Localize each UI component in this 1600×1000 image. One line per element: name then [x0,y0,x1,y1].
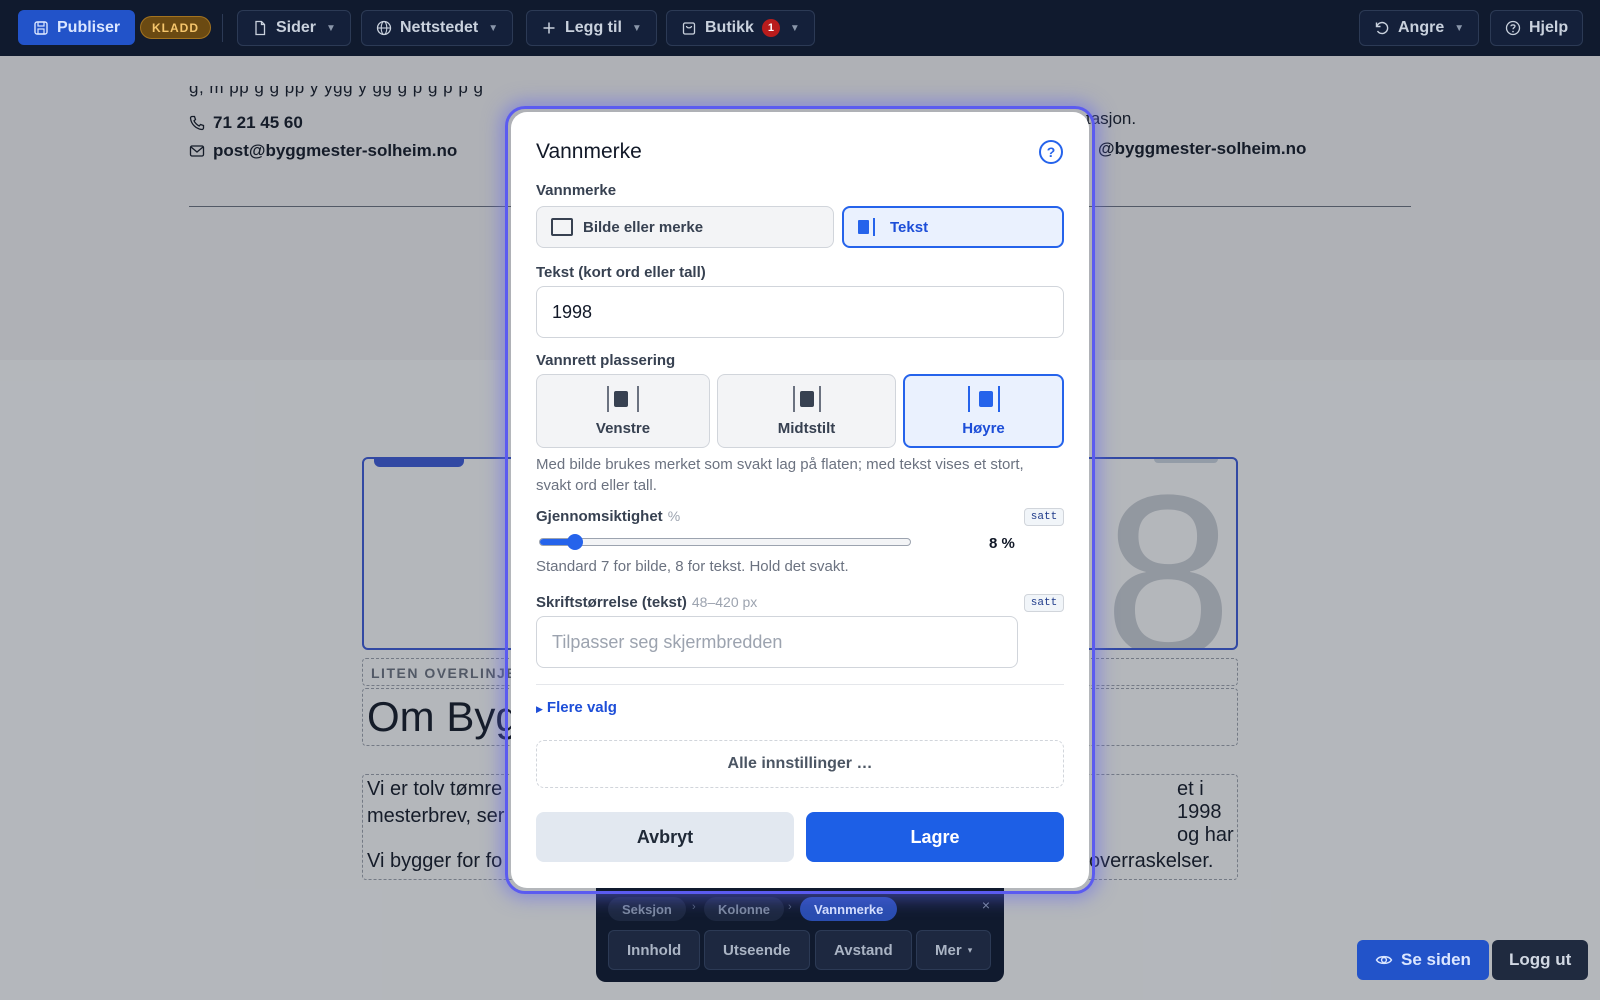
dialog-title: Vannmerke [536,140,642,163]
tab-content[interactable]: Innhold [608,930,701,970]
tab-more[interactable]: Mer ▾ [916,930,992,970]
globe-icon [376,20,392,36]
add-menu-button[interactable]: Legg til ▼ [526,10,657,46]
dialog-divider [536,684,1064,685]
font-size-label: Skriftstørrelse (tekst) 48–420 px [536,594,758,611]
save-button[interactable]: Lagre [806,812,1064,862]
element-path-panel: Seksjon › Kolonne › Vannmerke × Innhold … [596,888,1004,982]
watermark-text-input[interactable]: 1998 [536,286,1064,338]
triangle-right-icon: ▶ [536,704,543,714]
editor-toolbar: Publiser KLADD Sider ▼ Nettstedet ▼ Legg… [0,0,1600,56]
opacity-set-badge: satt [1024,508,1064,526]
help-icon[interactable]: ? [1039,140,1063,164]
opacity-slider-thumb[interactable] [566,534,583,550]
tab-appearance[interactable]: Utseende [704,930,810,970]
pages-menu-button[interactable]: Sider ▼ [237,10,351,46]
opacity-label: Gjennomsiktighet% [536,508,681,525]
shopping-bag-icon [682,22,696,35]
shop-menu-button[interactable]: Butikk 1 ▼ [666,10,815,46]
chevron-down-icon: ▼ [1454,22,1465,34]
opacity-value: 8 % [989,535,1015,552]
toolbar-divider [222,14,223,42]
position-help-line-1: Med bilde brukes merket som svakt lag på… [536,456,1024,473]
chevron-down-icon: ▼ [326,22,336,34]
opacity-slider-fill [540,539,570,545]
align-left-icon [607,385,639,412]
eye-icon [1375,955,1393,965]
position-center-button[interactable]: Midtstilt [717,374,896,448]
position-help-line-2: svakt ord eller tall. [536,477,657,494]
cart-count-badge: 1 [761,19,780,37]
publish-button[interactable]: Publiser [18,10,136,45]
align-right-icon [967,385,1000,412]
page-icon [255,20,266,36]
text-block-icon [858,218,880,236]
all-settings-button[interactable]: Alle innstillinger … [536,740,1064,788]
opacity-unit: % [667,508,681,524]
text-field-label: Tekst (kort ord eller tall) [536,264,706,281]
font-size-range: 48–420 px [691,594,758,610]
save-disk-icon [34,20,48,35]
undo-icon [1375,21,1389,35]
breadcrumb-section[interactable]: Seksjon [608,897,686,921]
help-button[interactable]: Hjelp [1490,10,1584,46]
close-icon[interactable]: × [982,897,990,913]
type-option-image[interactable]: Bilde eller merke [536,206,834,248]
chevron-down-icon: ▾ [967,944,973,955]
image-frame-icon [551,218,573,236]
type-option-text[interactable]: Tekst [842,206,1064,248]
position-right-button[interactable]: Høyre [903,374,1064,448]
font-size-set-badge: satt [1024,594,1064,612]
plus-icon [543,22,555,34]
breadcrumb-watermark[interactable]: Vannmerke [800,897,898,921]
chevron-down-icon: ▼ [488,22,499,34]
cancel-button[interactable]: Avbryt [536,812,794,862]
opacity-slider-track[interactable] [539,538,911,546]
chevron-down-icon: ▼ [631,22,642,34]
tab-spacing[interactable]: Avstand [815,930,912,970]
undo-menu-button[interactable]: Angre ▼ [1359,10,1480,46]
type-label: Vannmerke [536,182,617,199]
opacity-help: Standard 7 for bilde, 8 for tekst. Hold … [536,558,849,575]
website-menu-button[interactable]: Nettstedet ▼ [361,10,514,46]
position-left-button[interactable]: Venstre [536,374,710,448]
breadcrumb-separator: › [788,901,792,913]
position-label: Vannrett plassering [536,352,676,369]
help-circle-icon [1505,20,1521,36]
chevron-down-icon: ▼ [789,22,800,34]
watermark-dialog: Vannmerke ? Vannmerke Bilde eller merke … [511,112,1089,888]
logout-button[interactable]: Logg ut [1492,940,1589,980]
draft-badge: KLADD [140,16,211,39]
breadcrumb-separator: › [692,901,696,913]
breadcrumb-column[interactable]: Kolonne [704,897,784,921]
view-site-button[interactable]: Se siden [1357,940,1489,980]
align-center-icon [792,385,821,412]
more-options-toggle[interactable]: ▶ Flere valg [536,699,617,716]
font-size-input[interactable]: Tilpasser seg skjermbredden [536,616,1018,668]
